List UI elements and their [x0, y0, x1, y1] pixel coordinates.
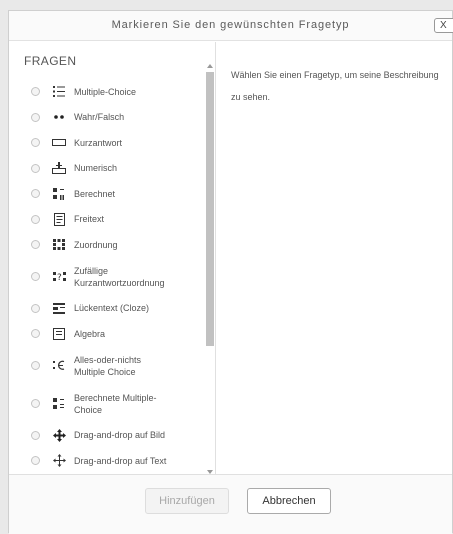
background-edge [0, 0, 8, 533]
dialog-body: FRAGEN Multiple-Choice Wahr/Falsch Kurza… [9, 42, 452, 474]
dialog-title: Markieren Sie den gewünschten Fragetyp [111, 19, 350, 31]
radio-button[interactable] [31, 303, 40, 313]
numeric-icon [52, 161, 66, 175]
radio-button[interactable] [31, 138, 40, 148]
option-essay[interactable]: Freitext [9, 207, 215, 233]
option-label: Berechnete Multiple-Choice [74, 392, 157, 415]
add-button[interactable]: Hinzufügen [145, 488, 229, 514]
radio-button[interactable] [31, 214, 40, 224]
dialog-titlebar: Markieren Sie den gewünschten Fragetyp X [9, 11, 453, 41]
radio-button[interactable] [31, 272, 40, 281]
calculated-icon [52, 187, 66, 201]
option-label: Alles-oder-nichts Multiple Choice [74, 354, 142, 377]
radio-button[interactable] [31, 189, 40, 199]
option-label: Zufällige Kurzantwortzuordnung [74, 265, 165, 288]
option-drag-drop-text[interactable]: Drag-and-drop auf Text [9, 448, 215, 474]
option-label: Numerisch [74, 163, 118, 174]
radio-button[interactable] [31, 240, 40, 250]
scroll-thumb[interactable] [206, 72, 214, 346]
scroll-up-icon[interactable] [207, 64, 213, 68]
random-match-icon: ? [52, 270, 66, 284]
matching-icon [52, 238, 66, 252]
radio-button[interactable] [31, 456, 40, 466]
option-short-answer[interactable]: Kurzantwort [9, 130, 215, 156]
option-label: Lückentext (Cloze) [74, 303, 150, 314]
option-label: Multiple-Choice [74, 86, 137, 97]
option-calculated[interactable]: Berechnet [9, 181, 215, 207]
essay-icon [52, 212, 66, 226]
radio-button[interactable] [31, 163, 40, 173]
option-label: Drag-and-drop auf Text [74, 455, 167, 466]
option-label: Freitext [74, 214, 105, 225]
calc-multichoice-icon [52, 397, 66, 411]
close-button[interactable]: X [434, 18, 453, 33]
option-multiple-choice[interactable]: Multiple-Choice [9, 79, 215, 105]
description-panel: Wählen Sie einen Fragetyp, um seine Besc… [231, 64, 441, 108]
option-label: Algebra [74, 328, 106, 339]
option-true-false[interactable]: Wahr/Falsch [9, 105, 215, 131]
drag-image-icon [52, 428, 66, 442]
radio-button[interactable] [31, 87, 40, 97]
option-label: Kurzantwort [74, 137, 123, 148]
radio-button[interactable] [31, 399, 40, 408]
option-drag-drop-image[interactable]: Drag-and-drop auf Bild [9, 423, 215, 449]
radio-button[interactable] [31, 430, 40, 440]
cancel-button[interactable]: Abbrechen [247, 488, 331, 514]
dots-icon [52, 110, 66, 124]
option-all-or-nothing[interactable]: Alles-oder-nichts Multiple Choice [9, 347, 215, 385]
option-algebra[interactable]: Algebra [9, 321, 215, 347]
option-matching[interactable]: Zuordnung [9, 232, 215, 258]
list-scrollbar[interactable] [206, 64, 214, 474]
svg-text:?: ? [57, 273, 62, 282]
radio-button[interactable] [31, 329, 40, 339]
dialog-footer: Hinzufügen Abbrechen [9, 474, 452, 534]
close-icon: X [440, 20, 447, 31]
question-type-dialog: Markieren Sie den gewünschten Fragetyp X… [8, 10, 453, 534]
option-random-short-answer-matching[interactable]: ? Zufällige Kurzantwortzuordnung [9, 258, 215, 296]
drag-text-icon [52, 454, 66, 468]
option-label: Berechnet [74, 188, 116, 199]
option-calculated-multichoice[interactable]: Berechnete Multiple-Choice [9, 385, 215, 423]
option-label: Wahr/Falsch [74, 112, 125, 123]
radio-button[interactable] [31, 361, 40, 370]
option-label: Zuordnung [74, 239, 118, 250]
description-text: Wählen Sie einen Fragetyp, um seine Besc… [231, 70, 439, 102]
option-numerical[interactable]: Numerisch [9, 156, 215, 182]
list-icon [52, 85, 66, 99]
all-or-nothing-icon [52, 359, 66, 373]
textbox-icon [52, 136, 66, 150]
option-cloze[interactable]: Lückentext (Cloze) [9, 296, 215, 322]
section-title: FRAGEN [24, 54, 77, 68]
question-type-list: FRAGEN Multiple-Choice Wahr/Falsch Kurza… [9, 42, 216, 474]
radio-button[interactable] [31, 112, 40, 122]
option-label: Drag-and-drop auf Bild [74, 430, 166, 441]
cloze-icon [52, 301, 66, 315]
algebra-icon [52, 327, 66, 341]
